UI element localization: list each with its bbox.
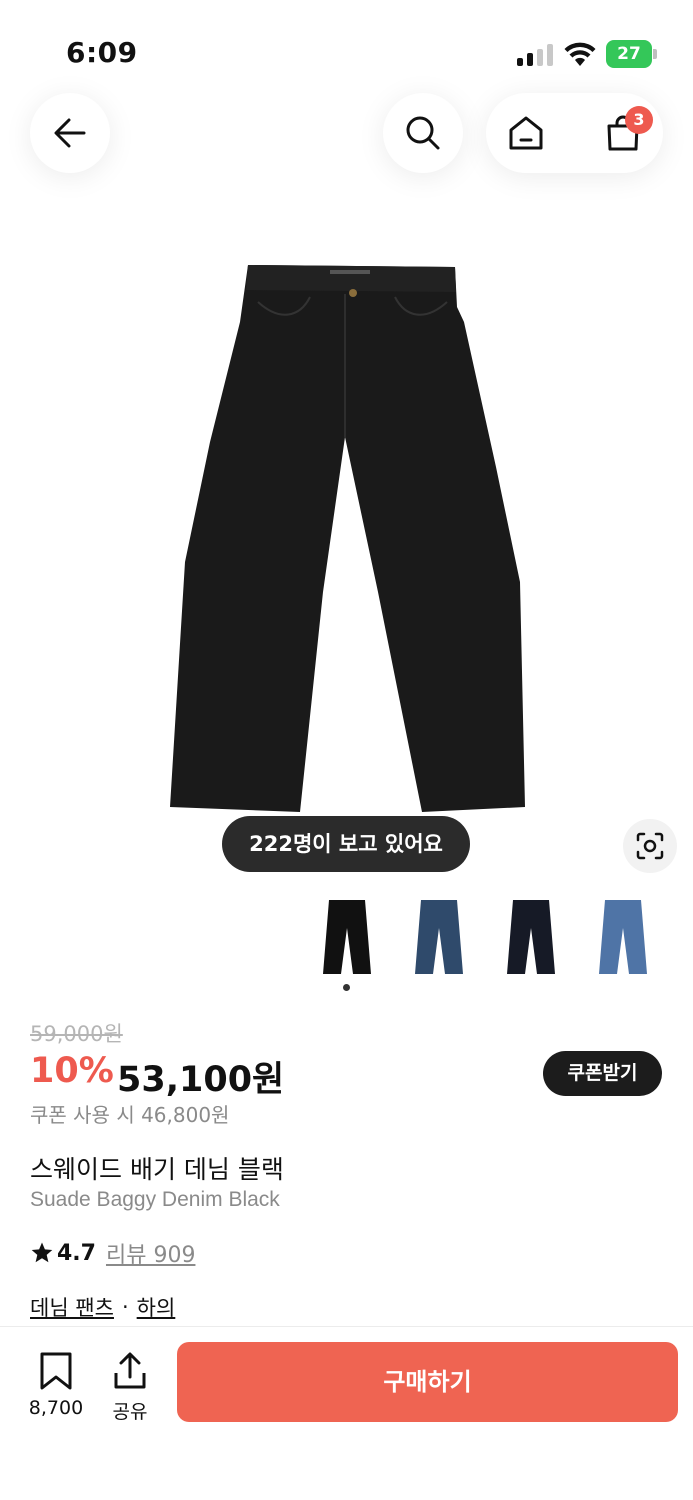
nav-pill: 3 xyxy=(486,93,663,173)
review-link[interactable]: 리뷰 909 xyxy=(106,1237,195,1269)
status-time: 6:09 xyxy=(66,36,138,69)
home-icon[interactable] xyxy=(506,113,546,153)
thumbnail-light-blue[interactable] xyxy=(583,895,663,979)
visual-search-icon xyxy=(636,832,664,860)
search-button[interactable] xyxy=(383,93,463,173)
status-bar: 6:09 27 xyxy=(0,0,693,100)
get-coupon-button[interactable]: 쿠폰받기 xyxy=(543,1051,662,1096)
category-link-denim-pants[interactable]: 데님 팬츠 xyxy=(30,1292,114,1322)
discount-rate: 10% xyxy=(30,1051,114,1091)
viewers-badge: 222명이 보고 있어요 xyxy=(222,816,470,872)
bookmark-icon xyxy=(40,1352,72,1390)
visual-search-button[interactable] xyxy=(623,819,677,873)
share-button[interactable]: 공유 xyxy=(104,1351,156,1423)
back-button[interactable] xyxy=(30,93,110,173)
thumbnail-navy-black[interactable] xyxy=(491,895,571,979)
wifi-icon xyxy=(564,42,596,66)
save-button[interactable]: 8,700 xyxy=(22,1351,90,1421)
buy-button[interactable]: 구매하기 xyxy=(177,1342,678,1422)
battery-level: 27 xyxy=(606,40,652,68)
product-title-en: Suade Baggy Denim Black xyxy=(30,1188,280,1211)
rating-value: 4.7 xyxy=(57,1240,96,1266)
bottom-action-bar: 8,700 공유 구매하기 xyxy=(0,1326,693,1500)
category-separator: · xyxy=(121,1295,129,1319)
battery-icon: 27 xyxy=(606,40,658,68)
star-icon xyxy=(31,1242,53,1263)
share-label: 공유 xyxy=(112,1401,148,1423)
thumbnail-black[interactable] xyxy=(307,895,387,979)
gallery-page-indicator xyxy=(343,984,350,991)
category-breadcrumb: 데님 팬츠 · 하의 xyxy=(30,1292,175,1322)
category-link-bottoms[interactable]: 하의 xyxy=(137,1292,176,1322)
product-image[interactable] xyxy=(160,262,530,817)
rating-row: 4.7 리뷰 909 xyxy=(30,1238,195,1268)
search-icon xyxy=(406,116,440,150)
sale-price: 53,100원 xyxy=(117,1060,285,1100)
share-icon xyxy=(114,1352,146,1389)
product-title-ko: 스웨이드 배기 데님 블랙 xyxy=(30,1155,284,1184)
original-price: 59,000원 xyxy=(30,1022,123,1046)
cart-count-badge: 3 xyxy=(625,106,653,134)
thumbnail-dark-blue[interactable] xyxy=(399,895,479,979)
color-thumbnails xyxy=(0,895,693,985)
arrow-left-icon xyxy=(54,118,86,148)
save-count: 8,700 xyxy=(28,1397,84,1419)
coupon-price: 쿠폰 사용 시 46,800원 xyxy=(30,1103,230,1127)
cellular-signal-icon xyxy=(517,44,553,66)
